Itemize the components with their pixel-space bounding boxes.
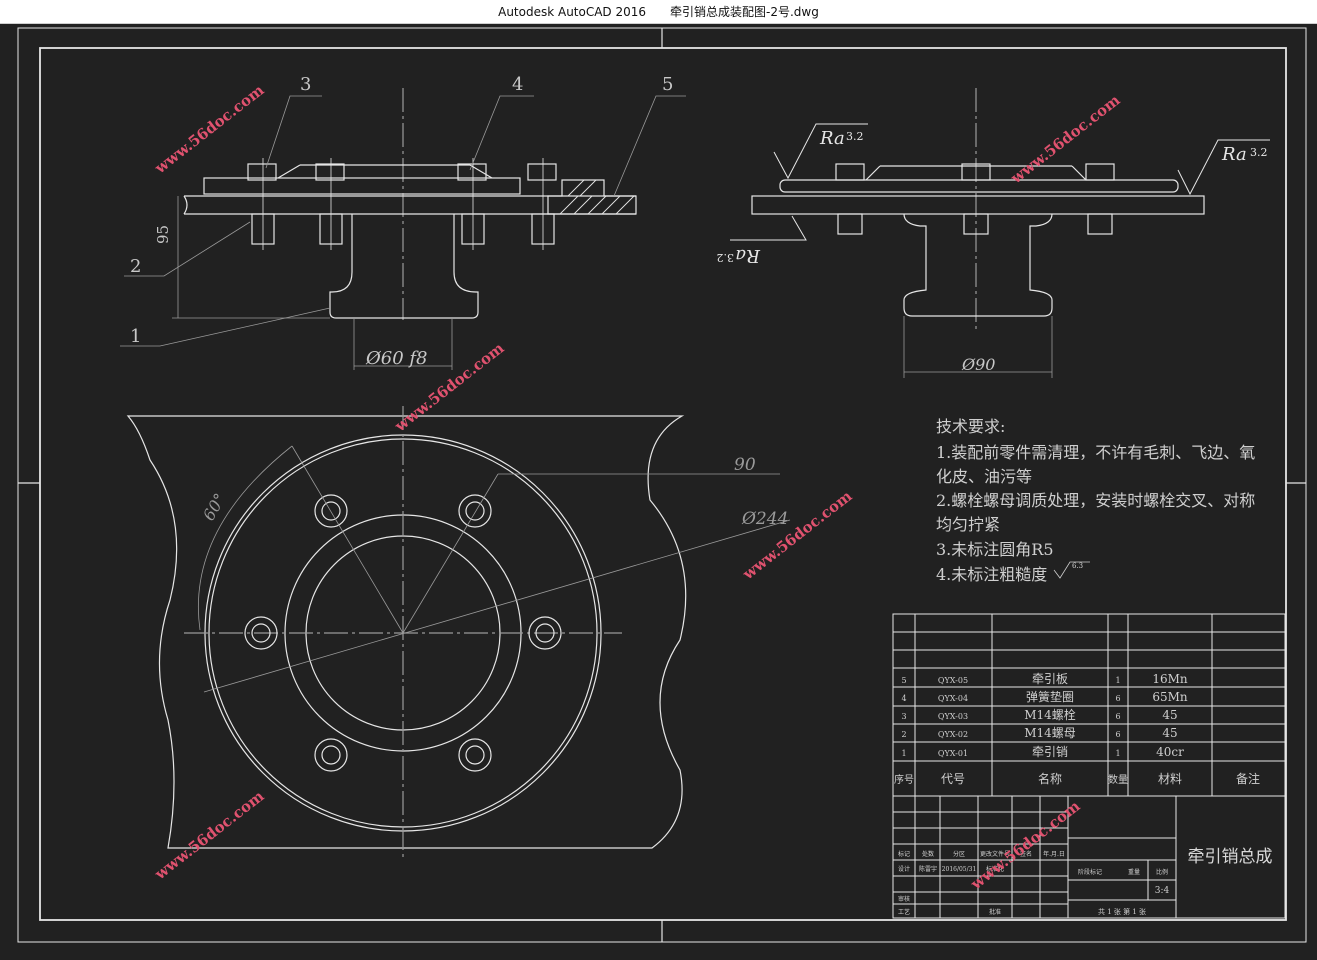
dim-angle: 60° [199, 490, 230, 524]
svg-text:标记: 标记 [898, 850, 910, 858]
dim-shaft: Ø60 f8 [365, 348, 428, 369]
svg-text:3.2: 3.2 [1250, 146, 1268, 159]
dim-outer: Ø244 [741, 509, 788, 529]
svg-text:陈雷宇: 陈雷宇 [919, 865, 937, 873]
svg-text:6: 6 [1115, 694, 1120, 703]
svg-text:牵引销: 牵引销 [1032, 745, 1068, 759]
dim-height: 95 [154, 225, 172, 244]
svg-text:Ra: Ra [735, 245, 761, 266]
balloon-2: 2 [130, 256, 141, 277]
drawing-name: 牵引销总成 [1188, 847, 1273, 867]
svg-text:45: 45 [1162, 708, 1177, 722]
svg-text:40cr: 40cr [1156, 745, 1184, 759]
bom-header: 序号 代号 名称 数量 材料 备注 [894, 771, 1260, 786]
svg-text:6: 6 [1115, 730, 1120, 739]
svg-text:1: 1 [901, 749, 906, 758]
svg-text:M14螺母: M14螺母 [1024, 726, 1076, 740]
title-bar: Autodesk AutoCAD 2016 牵引销总成装配图-2号.dwg [0, 0, 1317, 24]
svg-text:www.56doc.com: www.56doc.com [739, 487, 856, 584]
svg-text:www.56doc.com: www.56doc.com [151, 81, 268, 178]
svg-text:共 1 张 第 1 张: 共 1 张 第 1 张 [1098, 907, 1146, 916]
svg-text:均匀拧紧: 均匀拧紧 [936, 515, 1000, 534]
svg-text:化皮、油污等: 化皮、油污等 [936, 467, 1032, 486]
svg-text:弹簧垫圈: 弹簧垫圈 [1026, 689, 1074, 704]
bom-row: 5 QYX-05 牵引板 1 16Mn [901, 672, 1187, 686]
svg-text:材料: 材料 [1158, 772, 1182, 786]
svg-text:QYX-03: QYX-03 [938, 712, 968, 721]
svg-text:名称: 名称 [1038, 771, 1062, 786]
svg-text:QYX-04: QYX-04 [938, 694, 968, 703]
svg-text:QYX-02: QYX-02 [938, 730, 968, 739]
svg-text:设计: 设计 [898, 865, 910, 873]
plan-view: 90 Ø244 60° [126, 406, 791, 860]
svg-text:www.56doc.com: www.56doc.com [151, 787, 268, 884]
svg-text:审核: 审核 [898, 895, 910, 903]
dim-bolt-circle: 90 [734, 455, 756, 475]
svg-text:分区: 分区 [953, 850, 965, 858]
tech-title: 技术要求: [936, 417, 1005, 436]
bom-table [892, 613, 1286, 797]
scale-value: 3:4 [1155, 886, 1170, 896]
svg-text:年.月.日: 年.月.日 [1043, 850, 1065, 858]
svg-text:3.2: 3.2 [717, 251, 735, 264]
svg-text:Ra: Ra [819, 128, 845, 149]
svg-text:QYX-01: QYX-01 [938, 749, 968, 758]
svg-text:牵引板: 牵引板 [1032, 672, 1068, 686]
svg-text:4: 4 [901, 694, 906, 703]
svg-text:3.2: 3.2 [846, 130, 864, 143]
dim-flange: Ø90 [961, 355, 995, 374]
balloon-1: 1 [130, 326, 141, 347]
bom-row: 3 QYX-03 M14螺栓 6 45 [901, 707, 1177, 722]
svg-text:比例: 比例 [1156, 868, 1168, 876]
bom-row: 2 QYX-02 M14螺母 6 45 [901, 726, 1177, 740]
file-title: 牵引销总成装配图-2号.dwg [670, 5, 819, 19]
balloon-4: 4 [512, 74, 523, 95]
svg-text:2: 2 [901, 730, 906, 739]
svg-text:1.装配前零件需清理，不许有毛刺、飞边、氧: 1.装配前零件需清理，不许有毛刺、飞边、氧 [936, 443, 1255, 462]
svg-text:16Mn: 16Mn [1152, 672, 1188, 686]
svg-text:1: 1 [1115, 749, 1120, 758]
bolt-group [247, 158, 557, 250]
svg-text:5: 5 [901, 676, 906, 685]
svg-text:2.螺栓螺母调质处理，安装时螺栓交叉、对称: 2.螺栓螺母调质处理，安装时螺栓交叉、对称 [936, 491, 1255, 510]
svg-text:45: 45 [1162, 726, 1177, 740]
balloon-3: 3 [300, 74, 311, 95]
svg-text:QYX-05: QYX-05 [938, 676, 968, 685]
roughness-symbol: Ra 3.2 Ra 3.2 Ra 3.2 [717, 123, 1270, 266]
svg-text:4.未标注粗糙度: 4.未标注粗糙度 [936, 565, 1047, 584]
svg-text:Ra: Ra [1221, 144, 1247, 165]
balloon-5: 5 [662, 74, 673, 95]
front-view: 95 Ø60 f8 3 4 5 2 1 [120, 74, 686, 370]
bom-row: 4 QYX-04 弹簧垫圈 6 65Mn [901, 689, 1187, 704]
svg-text:3: 3 [901, 712, 906, 721]
svg-text:代号: 代号 [941, 772, 965, 786]
svg-text:阶段标记: 阶段标记 [1078, 868, 1102, 876]
bom-row: 1 QYX-01 牵引销 1 40cr [901, 745, 1184, 759]
side-view: Ø90 Ra 3.2 Ra 3.2 Ra 3.2 [717, 88, 1270, 378]
rough-mark: 6.3 [1072, 562, 1083, 570]
svg-text:备注: 备注 [1236, 771, 1260, 786]
svg-text:www.56doc.com: www.56doc.com [1007, 91, 1124, 188]
svg-text:2016/05/31: 2016/05/31 [942, 866, 977, 873]
drawing-canvas[interactable]: 95 Ø60 f8 3 4 5 2 1 Ø90 Ra 3.2 Ra 3.2 Ra… [0, 24, 1317, 956]
svg-text:6: 6 [1115, 712, 1120, 721]
svg-text:批准: 批准 [989, 908, 1001, 916]
app-title: Autodesk AutoCAD 2016 [498, 4, 647, 19]
svg-text:重量: 重量 [1128, 868, 1140, 876]
watermark: www.56doc.com www.56doc.com www.56doc.co… [151, 81, 1124, 894]
svg-text:处数: 处数 [922, 850, 934, 858]
tech-requirements: 技术要求: 1.装配前零件需清理，不许有毛刺、飞边、氧 化皮、油污等 2.螺栓螺… [936, 417, 1255, 584]
svg-text:3.未标注圆角R5: 3.未标注圆角R5 [936, 540, 1054, 559]
svg-text:数量: 数量 [1108, 773, 1128, 786]
svg-text:M14螺栓: M14螺栓 [1024, 707, 1076, 722]
svg-text:www.56doc.com: www.56doc.com [967, 797, 1084, 894]
svg-text:工艺: 工艺 [898, 908, 910, 916]
svg-text:65Mn: 65Mn [1152, 690, 1188, 704]
svg-text:1: 1 [1115, 676, 1120, 685]
svg-text:序号: 序号 [894, 773, 914, 786]
sheet-border [17, 27, 1307, 943]
